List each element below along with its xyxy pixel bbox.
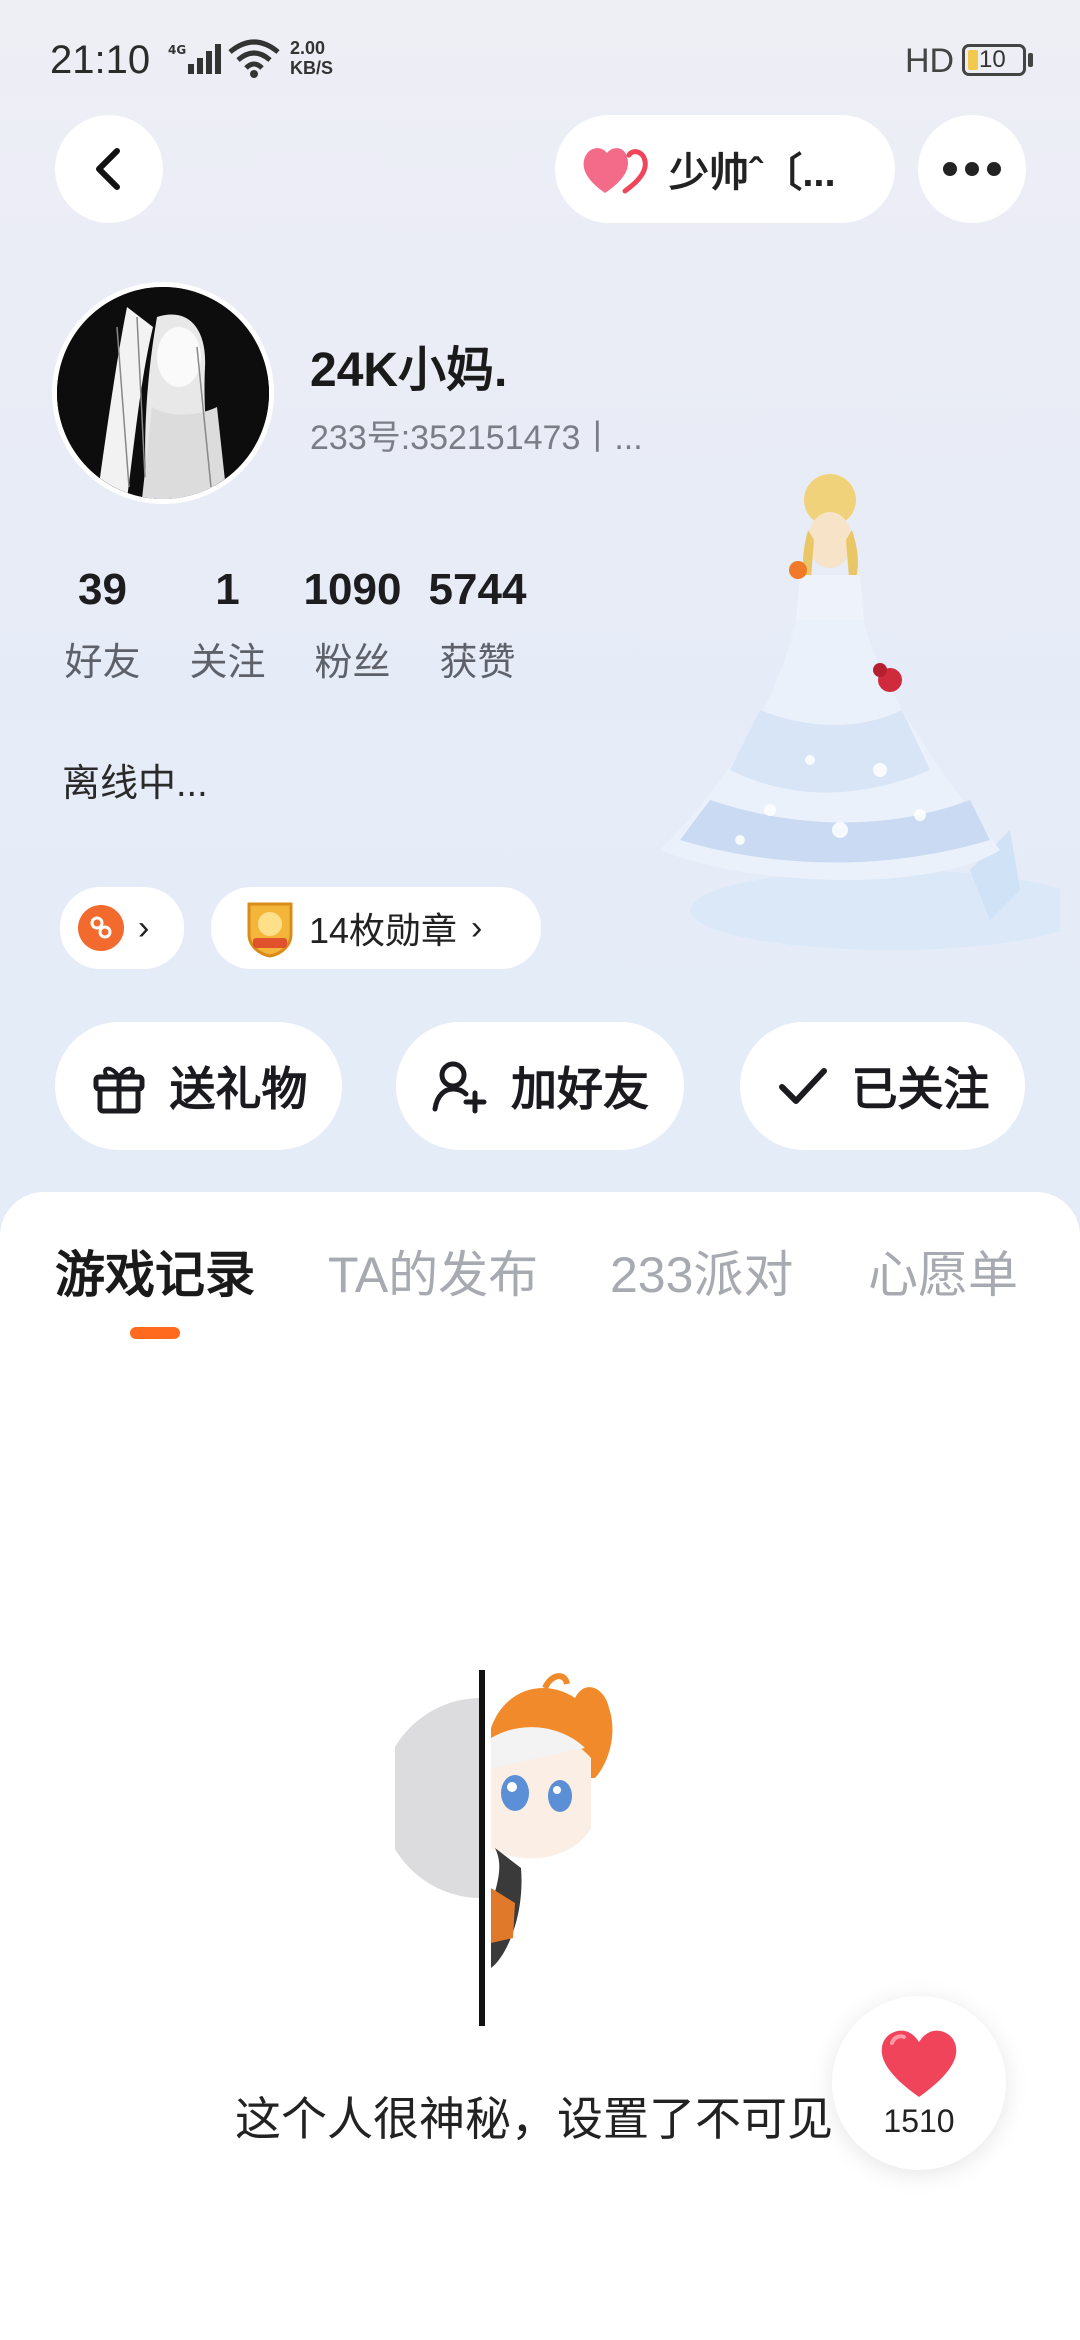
add-friend-icon: [432, 1061, 487, 1114]
empty-state-text: 这个人很神秘，设置了不可见: [235, 2093, 833, 2145]
stat-friends[interactable]: 39 好友: [40, 565, 165, 686]
group-tag[interactable]: ›: [60, 887, 184, 969]
stat-fans[interactable]: 1090 粉丝: [290, 565, 415, 686]
medals-tag[interactable]: 14枚勋章 ›: [211, 887, 541, 969]
online-status: 离线中...: [62, 763, 208, 805]
hd-indicator: HD: [905, 42, 955, 80]
send-gift-label: 送礼物: [169, 1063, 308, 1115]
back-icon: [96, 148, 120, 190]
tab-party[interactable]: 233派对: [610, 1235, 793, 1307]
stat-likes[interactable]: 5744 获赞: [415, 565, 540, 686]
group-icon: [78, 905, 124, 951]
speed-value: 2.00: [290, 38, 326, 58]
heart-icon: [881, 2030, 957, 2097]
couple-name: 少帅ˆ〔...: [669, 151, 836, 195]
status-bar: 21:10 4G 2.00 KB/S HD 10: [0, 0, 1080, 120]
like-count: 1510: [883, 2102, 955, 2139]
followed-label: 已关注: [851, 1063, 990, 1115]
medal-icon: [247, 902, 293, 958]
stat-value: 1090: [303, 565, 402, 614]
gift-icon: [93, 1066, 144, 1114]
stat-label: 关注: [189, 642, 266, 684]
chevron-right-icon: ›: [138, 908, 150, 947]
back-button[interactable]: [55, 115, 163, 223]
battery-icon: 10: [962, 44, 1026, 76]
like-button[interactable]: 1510: [832, 1996, 1006, 2170]
tab-game-records[interactable]: 游戏记录: [55, 1235, 255, 1307]
check-icon: [778, 1068, 827, 1104]
tab-bar: 游戏记录 TA的发布 233派对 心愿单: [0, 1235, 1080, 1315]
chevron-right-icon: ›: [471, 908, 483, 947]
tab-wishlist[interactable]: 心愿单: [868, 1235, 1018, 1307]
stats-row: 39 好友 1 关注 1090 粉丝 5744 获赞: [40, 565, 540, 686]
stat-value: 39: [78, 565, 127, 614]
battery-tip: [1028, 53, 1033, 67]
speed-unit: KB/S: [290, 58, 334, 78]
avatar-character: [640, 470, 1080, 970]
send-gift-button[interactable]: 送礼物: [55, 1022, 342, 1150]
followed-button[interactable]: 已关注: [740, 1022, 1025, 1150]
username: 24K小妈.: [310, 344, 508, 397]
stat-following[interactable]: 1 关注: [165, 565, 290, 686]
stat-label: 好友: [64, 642, 141, 684]
empty-state-illustration: [381, 1668, 675, 2028]
avatar[interactable]: [52, 282, 274, 504]
stat-value: 5744: [428, 565, 527, 614]
network-speed: 2.00 KB/S: [290, 38, 333, 78]
couple-button[interactable]: 少帅ˆ〔...: [555, 115, 895, 223]
battery-level: 10: [979, 46, 1006, 73]
more-icon: [943, 162, 1001, 176]
tab-posts[interactable]: TA的发布: [328, 1235, 538, 1307]
heart-icon: [583, 148, 648, 194]
user-id[interactable]: 233号:352151473丨...: [310, 410, 643, 459]
tab-indicator: [130, 1327, 180, 1339]
stat-value: 1: [215, 565, 240, 614]
stat-label: 获赞: [439, 642, 516, 684]
svg-text:4G: 4G: [168, 43, 186, 57]
wifi-icon: [228, 38, 280, 83]
more-button[interactable]: [918, 115, 1026, 223]
add-friend-button[interactable]: 加好友: [396, 1022, 684, 1150]
status-time: 21:10: [50, 38, 151, 82]
stat-label: 粉丝: [314, 642, 391, 684]
add-friend-label: 加好友: [511, 1063, 649, 1115]
signal-icon: 4G: [168, 42, 224, 79]
medal-label: 14枚勋章: [309, 910, 458, 951]
